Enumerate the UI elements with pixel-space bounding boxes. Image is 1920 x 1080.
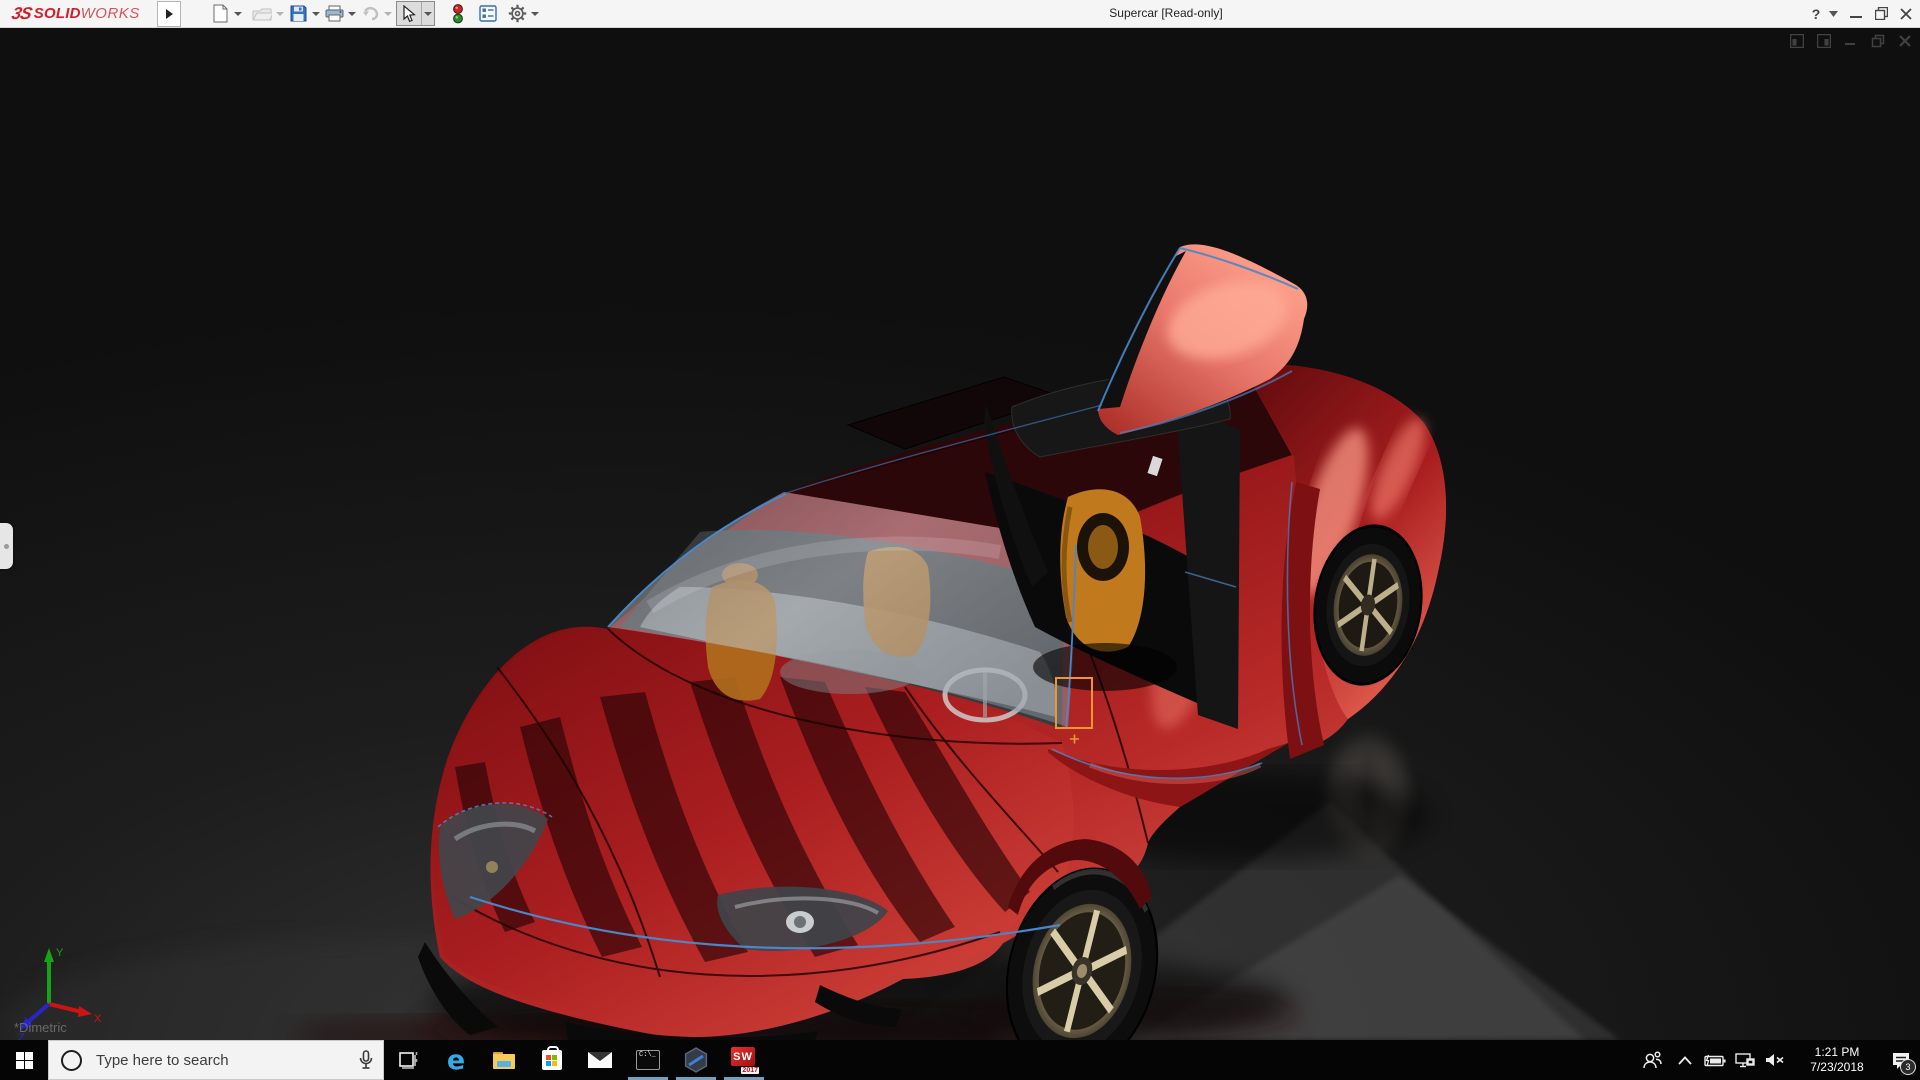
minimize-button[interactable] xyxy=(1845,0,1867,27)
graphics-area[interactable]: Y X Z *Dimetric xyxy=(0,27,1920,1040)
tray-date: 7/23/2018 xyxy=(1800,1060,1874,1075)
restore-button[interactable] xyxy=(1870,0,1892,27)
taskbar: Type here to search e C:\_ xyxy=(0,1040,1920,1080)
undo-icon xyxy=(358,2,382,25)
help-button[interactable]: ? xyxy=(1807,0,1825,27)
select-cursor-icon[interactable] xyxy=(397,2,421,25)
store-icon xyxy=(542,1050,562,1070)
select-tool-button[interactable] xyxy=(396,2,435,25)
close-button[interactable] xyxy=(1895,0,1917,27)
tray-time: 1:21 PM xyxy=(1800,1045,1874,1060)
windows-logo-icon xyxy=(16,1052,33,1069)
command-prompt-icon: C:\_ xyxy=(636,1050,660,1070)
display-states-button[interactable] xyxy=(446,2,470,25)
taskbar-app-edge[interactable]: e xyxy=(432,1040,480,1080)
pane-right-icon[interactable] xyxy=(1817,34,1831,48)
doc-restore-icon[interactable] xyxy=(1871,34,1885,48)
properties-list-icon[interactable] xyxy=(476,2,500,25)
pane-left-icon[interactable] xyxy=(1790,34,1804,48)
cortana-icon xyxy=(61,1050,82,1071)
triad-x-label: X xyxy=(94,1013,102,1025)
document-window-controls xyxy=(1790,34,1912,48)
3ds-swoosh-icon: 3S xyxy=(10,4,34,24)
taskbar-app-solidworks[interactable]: SW 2017 xyxy=(720,1040,768,1080)
taskbar-app-edrawings[interactable] xyxy=(672,1040,720,1080)
edge-icon: e xyxy=(447,1047,465,1074)
task-view-button[interactable] xyxy=(384,1040,432,1080)
edrawings-hexagon-icon xyxy=(683,1047,709,1073)
traffic-light-icon[interactable] xyxy=(446,2,470,25)
notification-badge: 3 xyxy=(1900,1059,1916,1075)
taskbar-app-file-explorer[interactable] xyxy=(480,1040,528,1080)
volume-muted-icon[interactable] xyxy=(1760,1040,1790,1080)
tray-clock[interactable]: 1:21 PM 7/23/2018 xyxy=(1800,1045,1874,1075)
mail-icon xyxy=(588,1052,612,1068)
new-document-button[interactable] xyxy=(208,2,244,25)
battery-icon[interactable] xyxy=(1700,1040,1730,1080)
save-button[interactable] xyxy=(286,2,322,25)
view-orientation-label: *Dimetric xyxy=(14,1020,67,1035)
taskbar-app-store[interactable] xyxy=(528,1040,576,1080)
taskbar-search[interactable]: Type here to search xyxy=(48,1040,384,1080)
start-button[interactable] xyxy=(0,1040,48,1080)
print-icon[interactable] xyxy=(322,2,346,25)
save-icon[interactable] xyxy=(286,2,310,25)
help-dropdown[interactable] xyxy=(1827,0,1839,27)
menu-flyout-button[interactable] xyxy=(157,1,181,27)
show-hidden-icons-chevron[interactable] xyxy=(1670,1040,1700,1080)
titlebar: 3S SOLIDWORKS xyxy=(0,0,1920,28)
doc-close-icon[interactable] xyxy=(1898,34,1912,48)
print-button[interactable] xyxy=(322,2,358,25)
supercar-3d-model[interactable] xyxy=(0,27,1920,1040)
feature-manager-collapsed-tab[interactable] xyxy=(0,523,13,569)
people-icon[interactable] xyxy=(1634,1040,1670,1080)
taskbar-app-mail[interactable] xyxy=(576,1040,624,1080)
window-title: Supercar [Read-only] xyxy=(1109,0,1222,27)
triad-y-label: Y xyxy=(56,947,64,959)
new-document-icon[interactable] xyxy=(208,2,232,25)
taskbar-app-command-prompt[interactable]: C:\_ xyxy=(624,1040,672,1080)
solidworks-logo: 3S SOLIDWORKS xyxy=(12,0,140,27)
file-explorer-icon xyxy=(493,1052,515,1069)
open-icon xyxy=(250,2,274,25)
open-button[interactable] xyxy=(250,2,286,25)
gear-icon[interactable] xyxy=(505,2,529,25)
doc-minimize-icon[interactable] xyxy=(1844,34,1858,48)
action-center-button[interactable]: 3 xyxy=(1886,1040,1916,1080)
undo-button[interactable] xyxy=(358,2,394,25)
network-icon[interactable] xyxy=(1730,1040,1760,1080)
flyout-arrow-icon xyxy=(166,9,173,19)
search-placeholder[interactable]: Type here to search xyxy=(96,1052,349,1069)
file-properties-button[interactable] xyxy=(476,2,500,25)
mic-icon[interactable] xyxy=(349,1050,383,1070)
solidworks-icon: SW 2017 xyxy=(731,1047,757,1073)
system-tray: 1:21 PM 7/23/2018 3 xyxy=(1634,1040,1920,1080)
options-button[interactable] xyxy=(505,2,541,25)
